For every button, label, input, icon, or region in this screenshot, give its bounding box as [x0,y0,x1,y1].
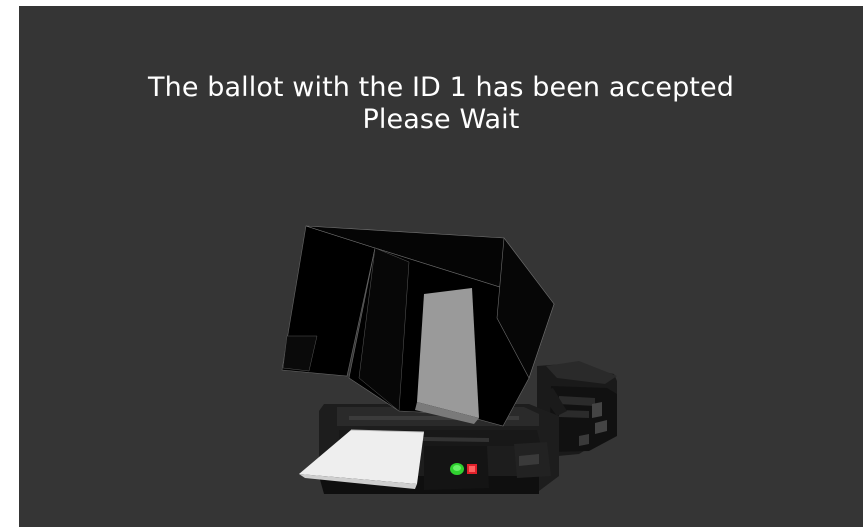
privacy-hood [281,225,567,427]
status-screen: The ballot with the ID 1 has been accept… [19,6,863,527]
ballot-scanner-illustration [281,225,617,494]
paper-ballot [299,429,425,489]
control-panel [424,446,489,490]
